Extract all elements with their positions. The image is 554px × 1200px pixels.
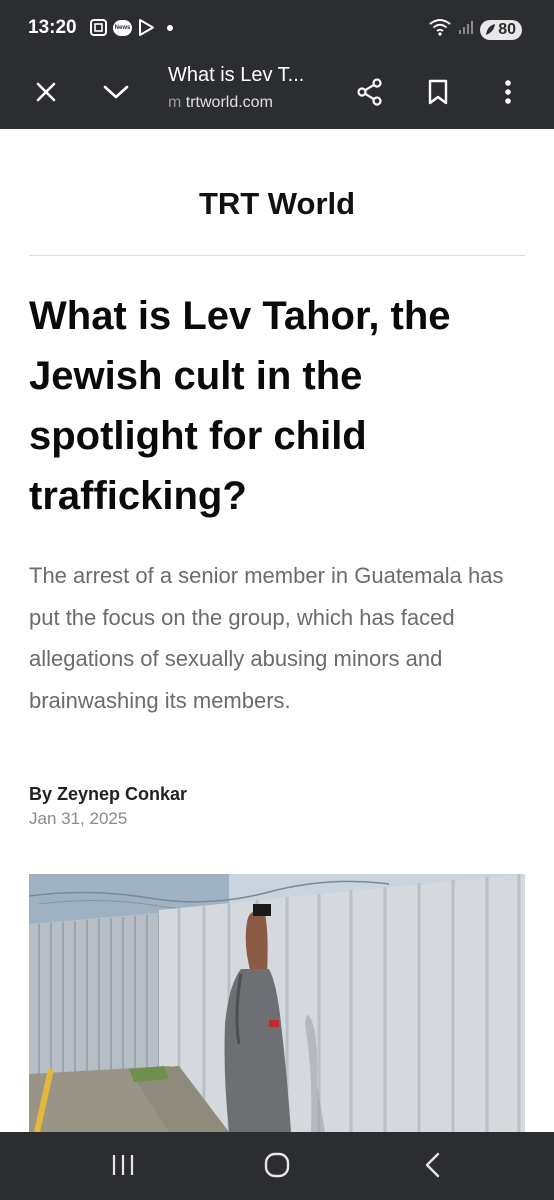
- wifi-icon: [428, 18, 452, 41]
- status-system-icons: 80: [428, 18, 522, 41]
- header-divider: [29, 255, 525, 256]
- article-summary: The arrest of a senior member in Guatema…: [29, 563, 504, 713]
- status-bar: 13:20 News 80: [0, 0, 554, 58]
- custom-tab-toolbar: What is Lev T... m trtworld.com: [0, 58, 554, 129]
- screenshot-icon: [89, 18, 108, 37]
- hero-image: [29, 874, 525, 1132]
- back-icon[interactable]: [408, 1142, 458, 1188]
- article-headline: What is Lev Tahor, the Jewish cult in th…: [29, 294, 451, 518]
- recent-apps-icon[interactable]: [98, 1142, 148, 1188]
- close-icon[interactable]: [24, 70, 68, 114]
- status-time: 13:20: [28, 17, 77, 38]
- battery-icon: 80: [480, 19, 522, 40]
- signal-icon: [458, 19, 474, 40]
- bookmark-icon[interactable]: [416, 70, 460, 114]
- site-name[interactable]: TRT World: [0, 186, 554, 222]
- home-icon[interactable]: [252, 1142, 302, 1188]
- url-domain: trtworld.com: [185, 94, 273, 111]
- system-navigation-bar: [0, 1132, 554, 1200]
- battery-level: 80: [498, 20, 516, 38]
- notification-dot-icon: [167, 24, 173, 31]
- chevron-down-icon[interactable]: [94, 70, 138, 114]
- article-byline[interactable]: By Zeynep Conkar: [29, 784, 187, 805]
- more-vert-icon[interactable]: [486, 70, 530, 114]
- share-icon[interactable]: [348, 70, 392, 114]
- page-title[interactable]: What is Lev T...: [168, 64, 304, 87]
- status-notification-icons: News: [89, 18, 173, 37]
- page-url[interactable]: m trtworld.com: [168, 94, 273, 112]
- play-store-icon: [137, 18, 156, 37]
- url-prefix: m: [168, 94, 182, 111]
- news-icon: News: [113, 19, 132, 36]
- article-date: Jan 31, 2025: [29, 809, 128, 828]
